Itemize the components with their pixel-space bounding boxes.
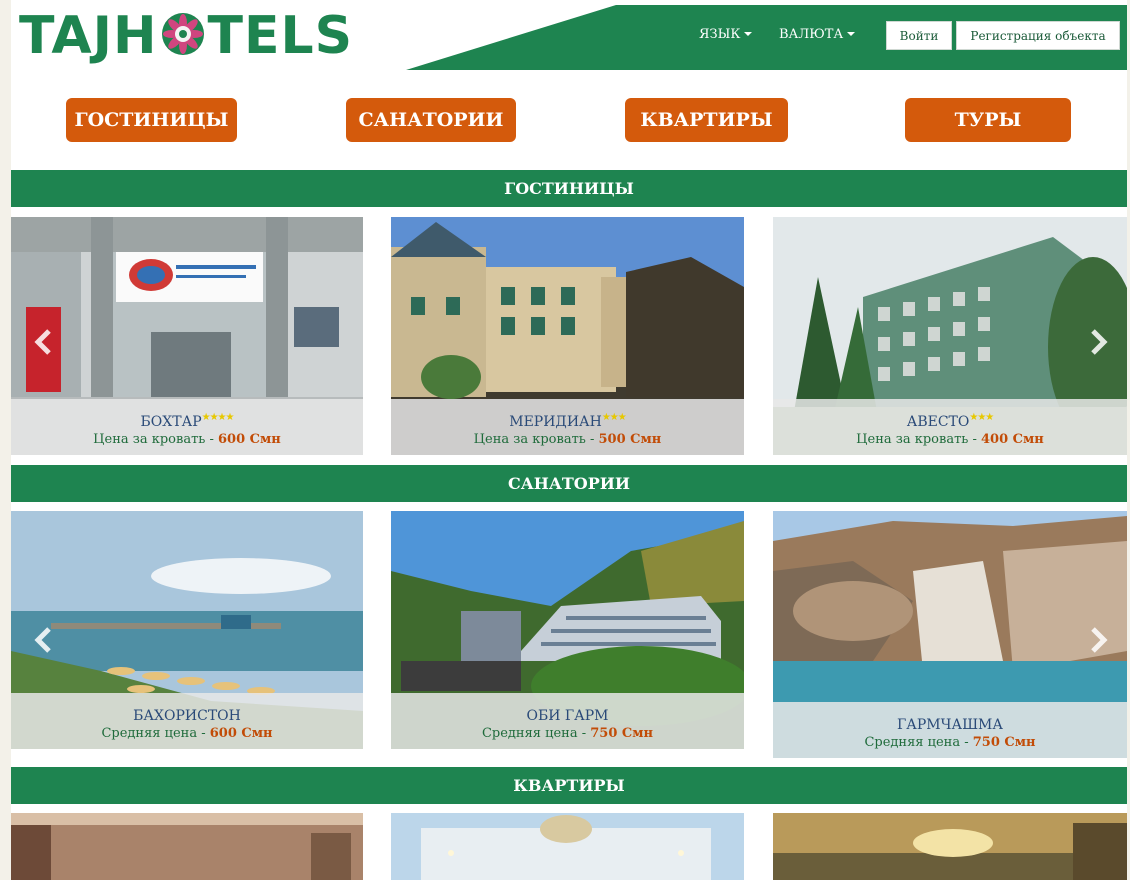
logo-text-right: TELS — [207, 6, 354, 66]
price-label: Средняя цена - — [481, 726, 591, 741]
currency-dropdown[interactable]: ВАЛЮТА — [779, 27, 856, 42]
category-button-hotels[interactable]: ГОСТИНИЦЫ — [66, 98, 237, 142]
hotel-card-bokhtar[interactable]: БОХТАР★★★★ Цена за кровать - 600 Смн — [11, 217, 363, 455]
language-label: ЯЗЫК — [699, 27, 741, 42]
category-button-apartments[interactable]: КВАРТИРЫ — [625, 98, 788, 142]
section-title-hotels: ГОСТИНИЦЫ — [11, 170, 1127, 207]
sanatorium-card-garmchashma[interactable]: ГАРМЧАШМА Средняя цена - 750 Смн — [773, 511, 1127, 758]
apartment-photo — [391, 813, 744, 880]
apartment-card[interactable] — [391, 813, 744, 880]
card-caption: БАХОРИСТОН Средняя цена - 600 Смн — [11, 693, 363, 749]
hotel-name: МЕРИДИАН — [509, 414, 602, 430]
card-caption: ГАРМЧАШМА Средняя цена - 750 Смн — [773, 702, 1127, 758]
price-value: 600 Смн — [209, 726, 273, 741]
carousel-next-arrow-icon[interactable] — [1083, 625, 1113, 655]
logo[interactable]: TAJH TELS — [19, 8, 353, 64]
sanatorium-name: ОБИ ГАРМ — [526, 708, 609, 724]
category-button-sanatoriums[interactable]: САНАТОРИИ — [346, 98, 516, 142]
chevron-down-icon — [847, 32, 856, 36]
apartment-photo — [773, 813, 1127, 880]
hotel-card-avesto[interactable]: АВЕСТО★★★ Цена за кровать - 400 Смн — [773, 217, 1127, 455]
carousel-prev-arrow-icon[interactable] — [29, 327, 59, 357]
section-title-sanatoriums: САНАТОРИИ — [11, 465, 1127, 502]
card-caption: БОХТАР★★★★ Цена за кровать - 600 Смн — [11, 399, 363, 455]
sanatorium-name: ГАРМЧАШМА — [897, 717, 1003, 733]
price-value: 750 Смн — [590, 726, 654, 741]
chevron-down-icon — [744, 32, 753, 36]
star-rating: ★★★ — [601, 412, 627, 423]
star-rating: ★★★ — [969, 412, 994, 423]
card-caption: ОБИ ГАРМ Средняя цена - 750 Смн — [391, 693, 744, 749]
carousel-prev-arrow-icon[interactable] — [29, 625, 59, 655]
hotel-name: АВЕСТО — [906, 414, 970, 430]
price-value: 600 Смн — [218, 432, 281, 447]
rosette-icon — [161, 13, 204, 55]
register-property-button[interactable]: Регистрация объекта — [956, 21, 1120, 50]
logo-text-left: TAJH — [19, 6, 158, 66]
price-value: 750 Смн — [972, 735, 1036, 750]
price-value: 400 Смн — [981, 432, 1044, 447]
category-button-tours[interactable]: ТУРЫ — [905, 98, 1071, 142]
login-button[interactable]: Войти — [886, 21, 952, 50]
price-label: Цена за кровать - — [856, 432, 981, 447]
page: TAJH TELS ЯЗЫК ВАЛЮТА Войти Регистрация … — [11, 0, 1127, 880]
price-label: Средняя цена - — [864, 735, 973, 750]
language-dropdown[interactable]: ЯЗЫК — [699, 27, 753, 42]
header: TAJH TELS ЯЗЫК ВАЛЮТА Войти Регистрация … — [11, 0, 1127, 70]
price-label: Цена за кровать - — [473, 432, 599, 447]
apartment-photo — [11, 813, 363, 880]
star-rating: ★★★★ — [201, 412, 235, 423]
sanatorium-name: БАХОРИСТОН — [133, 708, 241, 724]
hotel-name: БОХТАР — [140, 414, 202, 430]
price-label: Средняя цена - — [101, 726, 210, 741]
section-title-apartments: КВАРТИРЫ — [11, 767, 1127, 804]
hotel-card-meridian[interactable]: МЕРИДИАН★★★ Цена за кровать - 500 Смн — [391, 217, 744, 455]
card-caption: АВЕСТО★★★ Цена за кровать - 400 Смн — [773, 399, 1127, 455]
price-label: Цена за кровать - — [93, 432, 218, 447]
apartment-card[interactable] — [11, 813, 363, 880]
apartment-card[interactable] — [773, 813, 1127, 880]
carousel-next-arrow-icon[interactable] — [1083, 327, 1113, 357]
sanatorium-card-bahoriston[interactable]: БАХОРИСТОН Средняя цена - 600 Смн — [11, 511, 363, 749]
price-value: 500 Смн — [598, 432, 662, 447]
currency-label: ВАЛЮТА — [779, 27, 844, 42]
sanatorium-card-obi-garm[interactable]: ОБИ ГАРМ Средняя цена - 750 Смн — [391, 511, 744, 749]
card-caption: МЕРИДИАН★★★ Цена за кровать - 500 Смн — [391, 399, 744, 455]
